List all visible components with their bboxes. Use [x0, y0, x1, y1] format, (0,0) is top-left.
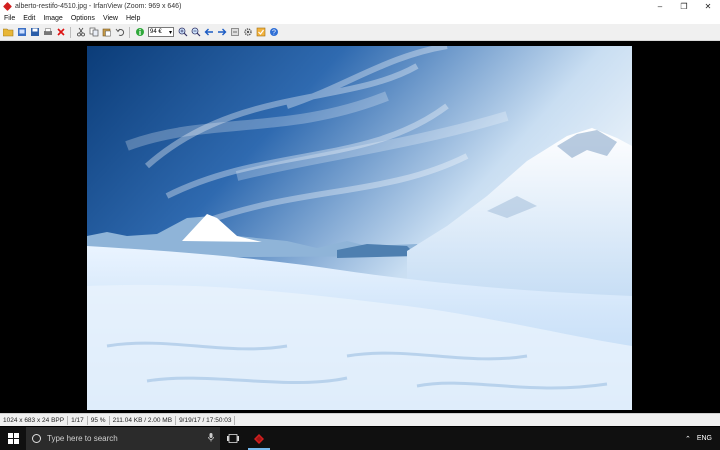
- toolbar-separator: [129, 26, 130, 38]
- save-icon[interactable]: [29, 27, 40, 38]
- irfanview-app-icon[interactable]: [3, 2, 12, 11]
- menu-view[interactable]: View: [99, 15, 122, 22]
- windows-start-icon[interactable]: [0, 427, 26, 450]
- task-view-icon[interactable]: [220, 427, 246, 450]
- print-icon[interactable]: [42, 27, 53, 38]
- delete-icon[interactable]: [55, 27, 66, 38]
- next-image-icon[interactable]: [216, 27, 227, 38]
- toolbar: 94 € ▾ ?: [0, 24, 720, 41]
- image-viewer[interactable]: [0, 41, 720, 412]
- copy-icon[interactable]: [88, 27, 99, 38]
- taskbar-search-input[interactable]: Type here to search: [26, 427, 220, 450]
- maximize-button[interactable]: ❐: [672, 0, 696, 13]
- cortana-circle-icon: [32, 434, 41, 443]
- help-icon[interactable]: ?: [268, 27, 279, 38]
- zoom-out-icon[interactable]: [190, 27, 201, 38]
- status-dimensions: 1024 x 683 x 24 BPP: [0, 415, 69, 425]
- cut-icon[interactable]: [75, 27, 86, 38]
- microphone-icon[interactable]: [208, 433, 214, 444]
- zoom-value: 94 €: [150, 29, 162, 35]
- close-button[interactable]: ✕: [696, 0, 720, 13]
- checkbox-icon[interactable]: [255, 27, 266, 38]
- title-bar: alberto-restifo-4510.jpg - IrfanView (Zo…: [0, 0, 720, 13]
- taskbar: Type here to search ⌃ ENG: [0, 427, 720, 450]
- zoom-select[interactable]: 94 € ▾: [148, 27, 174, 37]
- minimize-button[interactable]: –: [648, 0, 672, 13]
- svg-text:?: ?: [272, 30, 276, 37]
- toolbar-separator: [70, 26, 71, 38]
- status-index: 1/17: [68, 415, 88, 425]
- settings-icon[interactable]: [242, 27, 253, 38]
- menu-help[interactable]: Help: [122, 15, 144, 22]
- window-controls: – ❐ ✕: [648, 0, 720, 13]
- displayed-image: [87, 46, 632, 410]
- system-tray: ⌃ ENG: [685, 427, 720, 450]
- status-datetime: 9/19/17 / 17:50:03: [176, 415, 236, 425]
- menu-file[interactable]: File: [0, 15, 19, 22]
- chevron-up-icon[interactable]: ⌃: [685, 435, 691, 443]
- window-title: alberto-restifo-4510.jpg - IrfanView (Zo…: [15, 3, 182, 10]
- menu-image[interactable]: Image: [39, 15, 66, 22]
- copy-to-icon[interactable]: [229, 27, 240, 38]
- info-icon[interactable]: [134, 27, 145, 38]
- chevron-down-icon: ▾: [168, 29, 172, 36]
- irfanview-taskbar-icon[interactable]: [246, 427, 272, 450]
- status-filesize: 211.04 KB / 2.00 MB: [110, 415, 177, 425]
- menu-bar: File Edit Image Options View Help: [0, 13, 720, 24]
- open-folder-icon[interactable]: [3, 27, 14, 38]
- paste-icon[interactable]: [101, 27, 112, 38]
- language-indicator[interactable]: ENG: [697, 435, 712, 442]
- zoom-in-icon[interactable]: [177, 27, 188, 38]
- menu-edit[interactable]: Edit: [19, 15, 39, 22]
- menu-options[interactable]: Options: [67, 15, 99, 22]
- slideshow-icon[interactable]: [16, 27, 27, 38]
- search-placeholder: Type here to search: [47, 434, 118, 443]
- previous-image-icon[interactable]: [203, 27, 214, 38]
- status-bar: 1024 x 683 x 24 BPP 1/17 95 % 211.04 KB …: [0, 413, 720, 426]
- undo-icon[interactable]: [114, 27, 125, 38]
- status-zoom: 95 %: [88, 415, 110, 425]
